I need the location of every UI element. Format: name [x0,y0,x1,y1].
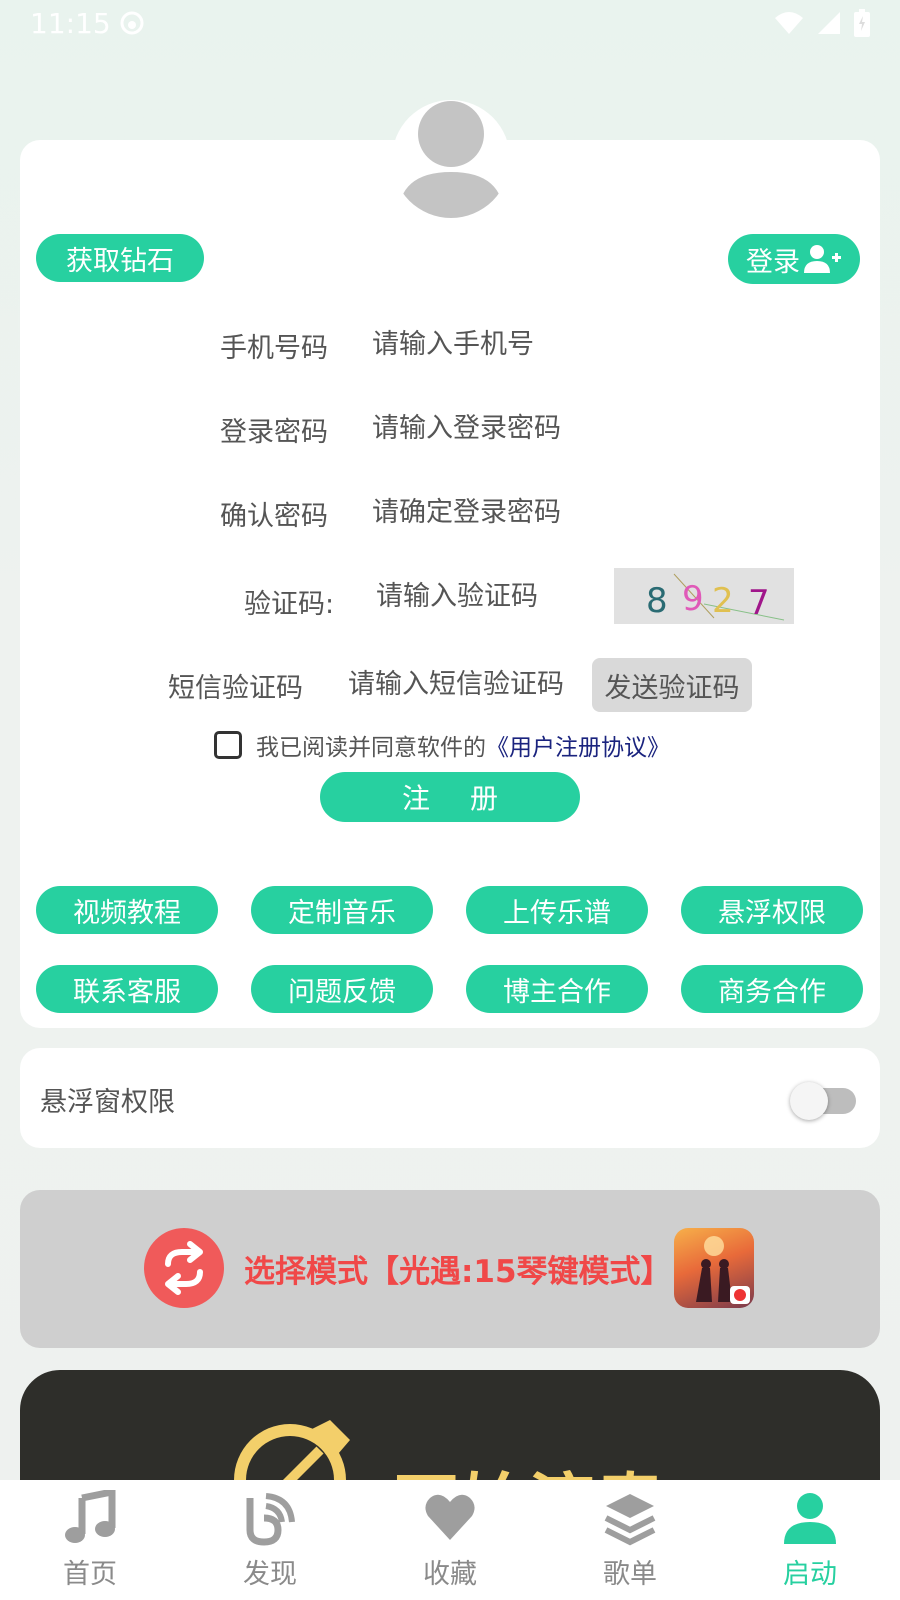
status-bar: 11:15 [0,0,900,46]
avatar[interactable] [392,100,510,218]
captcha-code: 8 9 2 7 [646,573,785,623]
status-notification-icon [120,11,144,35]
captcha-digit: 2 [712,581,734,621]
music-note-icon [65,1490,116,1543]
confirm-password-label: 确认密码 [220,501,328,532]
feedback-button[interactable]: 问题反馈 [251,965,433,1013]
float-window-label: 悬浮窗权限 [40,1087,175,1118]
agreement-row: 我已阅读并同意软件的《用户注册协议》 [214,728,670,762]
captcha-image[interactable]: 8 9 2 7 [614,568,794,624]
user-icon [784,1493,836,1544]
layers-icon [604,1494,656,1546]
heart-icon [425,1494,475,1540]
captcha-digit: 8 [646,581,668,621]
send-code-button[interactable]: 发送验证码 [592,658,752,712]
captcha-digit: 7 [748,583,770,623]
contact-support-button[interactable]: 联系客服 [36,965,218,1013]
confirm-password-input[interactable] [372,492,772,532]
discover-icon [246,1493,295,1546]
nav-item-discover[interactable]: 发现 [180,1480,360,1600]
mode-select-card[interactable]: 选择模式【光遇:15琴键模式】 [20,1190,880,1348]
agreement-checkbox[interactable] [214,731,242,759]
bottom-nav: 首页 发现 收藏 歌单 启动 [0,1480,900,1600]
signal-icon [818,12,840,34]
login-button[interactable]: 登录 [728,234,860,284]
phone-label: 手机号码 [220,333,328,364]
business-partnership-button[interactable]: 商务合作 [681,965,863,1013]
password-label: 登录密码 [220,417,328,448]
get-diamond-button[interactable]: 获取钻石 [36,234,204,282]
agreement-link[interactable]: 《用户注册协议》 [486,735,670,761]
captcha-input[interactable] [376,576,596,616]
float-permission-button[interactable]: 悬浮权限 [681,886,863,934]
phone-input[interactable] [372,324,772,364]
password-input[interactable] [372,408,772,448]
nav-item-favorites[interactable]: 收藏 [360,1480,540,1600]
video-tutorial-button[interactable]: 视频教程 [36,886,218,934]
sms-code-input[interactable] [348,664,584,704]
upload-score-button[interactable]: 上传乐谱 [466,886,648,934]
battery-icon [854,9,870,37]
captcha-label: 验证码: [244,589,335,620]
default-avatar-icon [398,101,504,218]
agreement-text: 我已阅读并同意软件的《用户注册协议》 [256,735,670,761]
toggle-knob [790,1082,828,1120]
nav-item-launch[interactable]: 启动 [720,1480,900,1600]
nav-item-home[interactable]: 首页 [0,1480,180,1600]
status-time: 11:15 [30,6,111,40]
float-window-card: 悬浮窗权限 [20,1048,880,1148]
nav-item-playlist[interactable]: 歌单 [540,1480,720,1600]
float-window-toggle[interactable] [790,1082,856,1120]
add-user-icon [804,245,841,273]
captcha-digit: 9 [682,579,704,619]
blogger-partnership-button[interactable]: 博主合作 [466,965,648,1013]
mode-text: 选择模式【光遇:15琴键模式】 [244,1254,672,1290]
switch-mode-icon [144,1228,224,1308]
register-button[interactable]: 注册 [320,772,580,822]
custom-music-button[interactable]: 定制音乐 [251,886,433,934]
wifi-icon [775,12,803,34]
sms-code-label: 短信验证码 [168,673,303,704]
game-thumbnail-icon [674,1228,754,1308]
